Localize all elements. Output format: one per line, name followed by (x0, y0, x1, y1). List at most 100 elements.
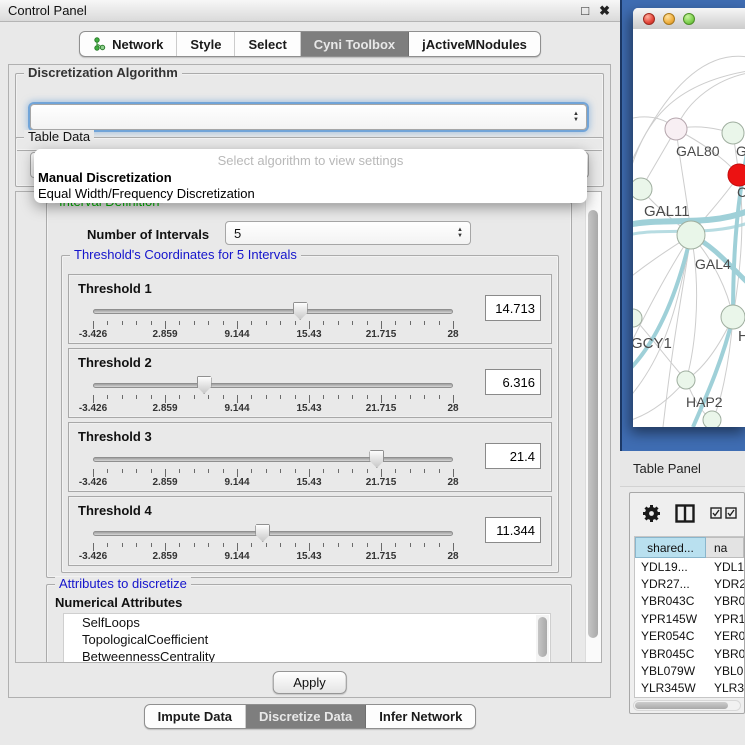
node[interactable] (633, 178, 652, 200)
node[interactable] (722, 122, 744, 144)
algorithm-dropdown-popup: Select algorithm to view settings Manual… (34, 149, 587, 203)
threshold-label: Threshold 2 (78, 355, 152, 370)
column-header-name[interactable]: na (706, 537, 744, 558)
network-window-titlebar[interactable] (633, 8, 745, 30)
network-window[interactable]: GAL80 GAL11 GAL4 GCY1 HAP2 G C H (633, 8, 745, 427)
checkbox-icon[interactable] (725, 507, 737, 519)
cell-name[interactable]: YDR2 (706, 577, 744, 591)
tick-label: 15.43 (296, 477, 321, 488)
tab-label: Network (112, 37, 163, 52)
slider-track[interactable] (93, 531, 453, 536)
gear-icon[interactable] (642, 504, 661, 523)
threshold-value-input[interactable] (485, 295, 541, 321)
tab-style[interactable]: Style (177, 32, 235, 56)
cell-shared-name[interactable]: YDL19... (635, 560, 706, 574)
threshold-2-slider[interactable] (93, 375, 453, 395)
threshold-value-input[interactable] (485, 517, 541, 543)
cell-shared-name[interactable]: YBR043C (635, 594, 706, 608)
list-item[interactable]: SelfLoops (64, 614, 550, 631)
intervals-value: 5 (234, 226, 241, 241)
table-row[interactable]: YBR043CYBR0 (635, 593, 744, 610)
slider-thumb[interactable] (197, 376, 212, 394)
slider-thumb[interactable] (255, 524, 270, 542)
cell-name[interactable]: YBR0 (706, 594, 744, 608)
interval-definition-group: Interval Definition Number of Intervals … (46, 202, 572, 578)
tab-impute-data[interactable]: Impute Data (145, 705, 246, 728)
slider-thumb[interactable] (293, 302, 308, 320)
threshold-value-input[interactable] (485, 443, 541, 469)
tab-network[interactable]: Network (80, 32, 177, 56)
apply-button[interactable]: Apply (272, 671, 347, 694)
tab-jactivemnodules[interactable]: jActiveMNodules (409, 32, 540, 56)
cell-name[interactable]: YPR1 (706, 612, 744, 626)
tick-label: 21.715 (366, 403, 397, 414)
threshold-label: Threshold 1 (78, 281, 152, 296)
scrollbar-thumb[interactable] (635, 702, 728, 709)
dropdown-option-equal-width-frequency[interactable]: Equal Width/Frequency Discretization (34, 186, 587, 202)
cell-name[interactable]: YBL0 (706, 664, 744, 678)
close-icon[interactable]: ✖ (599, 3, 610, 19)
list-scrollbar[interactable] (536, 615, 549, 663)
table-panel-toolbar (630, 493, 744, 535)
network-canvas[interactable]: GAL80 GAL11 GAL4 GCY1 HAP2 G C H (633, 29, 745, 427)
split-panel-icon[interactable] (675, 504, 695, 523)
node[interactable] (721, 305, 745, 329)
slider-track[interactable] (93, 457, 453, 462)
threshold-1-panel: Threshold 1 -3.4262.8599.14415.4321.7152… (68, 274, 552, 344)
tab-infer-network[interactable]: Infer Network (366, 705, 475, 728)
window-zoom-icon[interactable] (683, 13, 695, 25)
settings-scrollbar[interactable] (585, 192, 601, 662)
group-title: Discretization Algorithm (24, 66, 182, 80)
cell-name[interactable]: YDL1 (706, 560, 744, 574)
table-row[interactable]: YDL19...YDL1 (635, 558, 744, 575)
checkbox-icon[interactable] (710, 507, 722, 519)
slider-thumb[interactable] (369, 450, 384, 468)
table-row[interactable]: YER054CYER0 (635, 628, 744, 645)
window-close-icon[interactable] (643, 13, 655, 25)
list-item[interactable]: TopologicalCoefficient (64, 631, 550, 648)
threshold-4-slider[interactable] (93, 523, 453, 543)
cell-shared-name[interactable]: YBL079W (635, 664, 706, 678)
threshold-value-input[interactable] (485, 369, 541, 395)
table-row[interactable]: YLR345WYLR3 (635, 680, 744, 697)
algorithm-combobox[interactable]: ▲▼ (30, 104, 587, 130)
node[interactable] (703, 411, 721, 427)
cell-shared-name[interactable]: YPR145W (635, 612, 706, 626)
table-panel: shared... na YDL19...YDL1YDR27...YDR2YBR… (629, 492, 745, 714)
tick-label: -3.426 (79, 329, 107, 340)
cell-shared-name[interactable]: YDR27... (635, 577, 706, 591)
table-row[interactable]: YPR145WYPR1 (635, 610, 744, 627)
table-horizontal-scrollbar[interactable] (633, 700, 741, 711)
table-row[interactable]: YDR27...YDR2 (635, 575, 744, 592)
node-hap2[interactable] (677, 371, 695, 389)
scrollbar-thumb[interactable] (588, 210, 598, 638)
node[interactable] (665, 118, 687, 140)
threshold-1-slider[interactable] (93, 301, 453, 321)
float-window-icon[interactable]: □ (581, 3, 589, 18)
number-of-intervals-combobox[interactable]: 5 ▲▼ (225, 221, 471, 245)
tab-discretize-data[interactable]: Discretize Data (246, 705, 366, 728)
table-row[interactable]: YIL053CYIL0 (635, 697, 744, 698)
cell-name[interactable]: YLR3 (706, 681, 744, 695)
table-row[interactable]: YBL079WYBL0 (635, 662, 744, 679)
table-row[interactable]: YBR045CYBR0 (635, 645, 744, 662)
column-header-shared-name[interactable]: shared... (635, 537, 706, 558)
dropdown-option-manual-discretization[interactable]: Manual Discretization (34, 170, 587, 186)
node-selected-red[interactable] (728, 164, 745, 186)
cell-shared-name[interactable]: YER054C (635, 629, 706, 643)
cell-shared-name[interactable]: YLR345W (635, 681, 706, 695)
slider-track[interactable] (93, 309, 453, 314)
cell-name[interactable]: YER0 (706, 629, 744, 643)
scrollbar-thumb[interactable] (538, 617, 547, 657)
node-gal4[interactable] (677, 221, 705, 249)
threshold-3-slider[interactable] (93, 449, 453, 469)
window-minimize-icon[interactable] (663, 13, 675, 25)
control-panel-title: Control Panel (8, 3, 571, 18)
tab-cyni-toolbox[interactable]: Cyni Toolbox (301, 32, 409, 56)
list-item[interactable]: BetweennessCentrality (64, 648, 550, 663)
slider-track[interactable] (93, 383, 453, 388)
cell-shared-name[interactable]: YBR045C (635, 647, 706, 661)
tab-select[interactable]: Select (235, 32, 300, 56)
tick-label: 9.144 (224, 477, 249, 488)
cell-name[interactable]: YBR0 (706, 647, 744, 661)
